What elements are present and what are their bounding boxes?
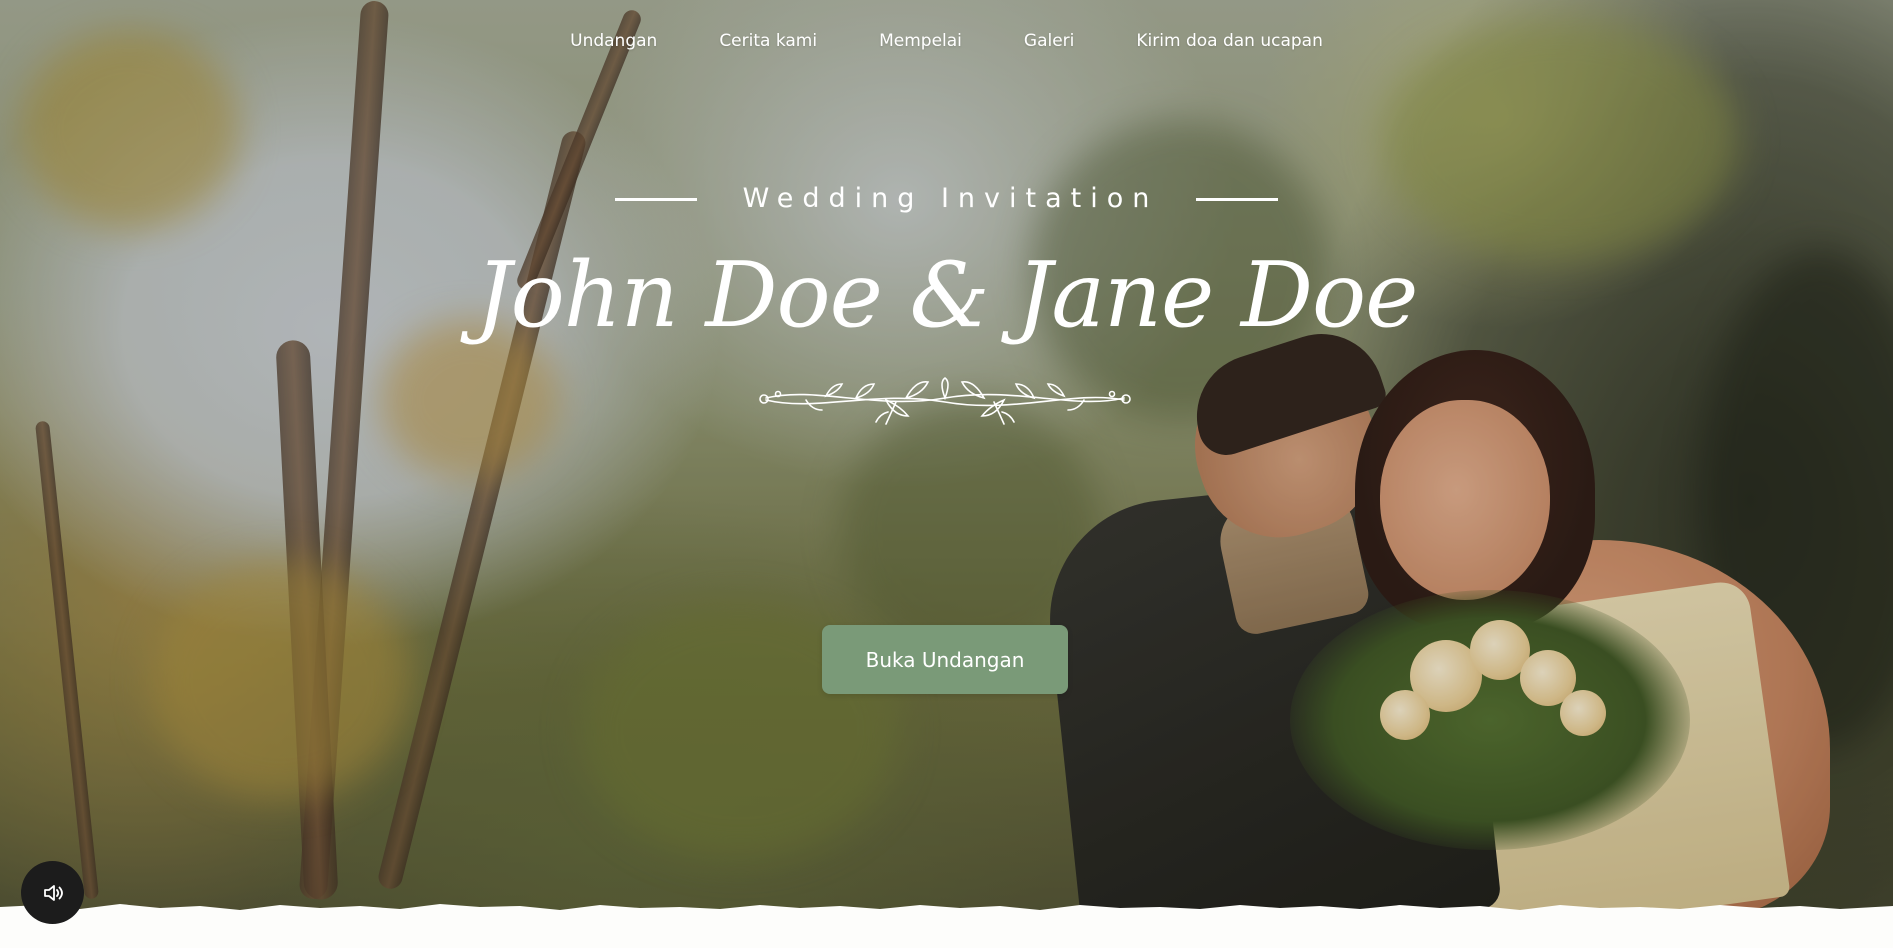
right-divider-line	[1196, 197, 1279, 201]
speaker-icon	[43, 884, 63, 901]
hero-background	[0, 0, 1893, 910]
couple-names-heading: John Doe & Jane Doe	[475, 243, 1419, 348]
left-divider-line	[614, 197, 697, 201]
floral-divider-icon	[759, 377, 1131, 425]
nav-item-mempelai[interactable]: Mempelai	[848, 28, 993, 54]
nav-item-undangan[interactable]: Undangan	[539, 28, 688, 54]
nav-item-galeri[interactable]: Galeri	[993, 28, 1106, 54]
nav-item-cerita-kami[interactable]: Cerita kami	[688, 28, 848, 54]
invitation-subtitle: Wedding Invitation	[742, 183, 1159, 214]
sound-toggle-button[interactable]	[21, 861, 84, 924]
page-bottom	[0, 910, 1893, 948]
top-navigation: Undangan Cerita kami Mempelai Galeri Kir…	[0, 28, 1893, 54]
open-invitation-button[interactable]: Buka Undangan	[822, 625, 1068, 694]
nav-item-kirim-doa[interactable]: Kirim doa dan ucapan	[1105, 28, 1353, 54]
subtitle-row: Wedding Invitation	[0, 182, 1893, 216]
